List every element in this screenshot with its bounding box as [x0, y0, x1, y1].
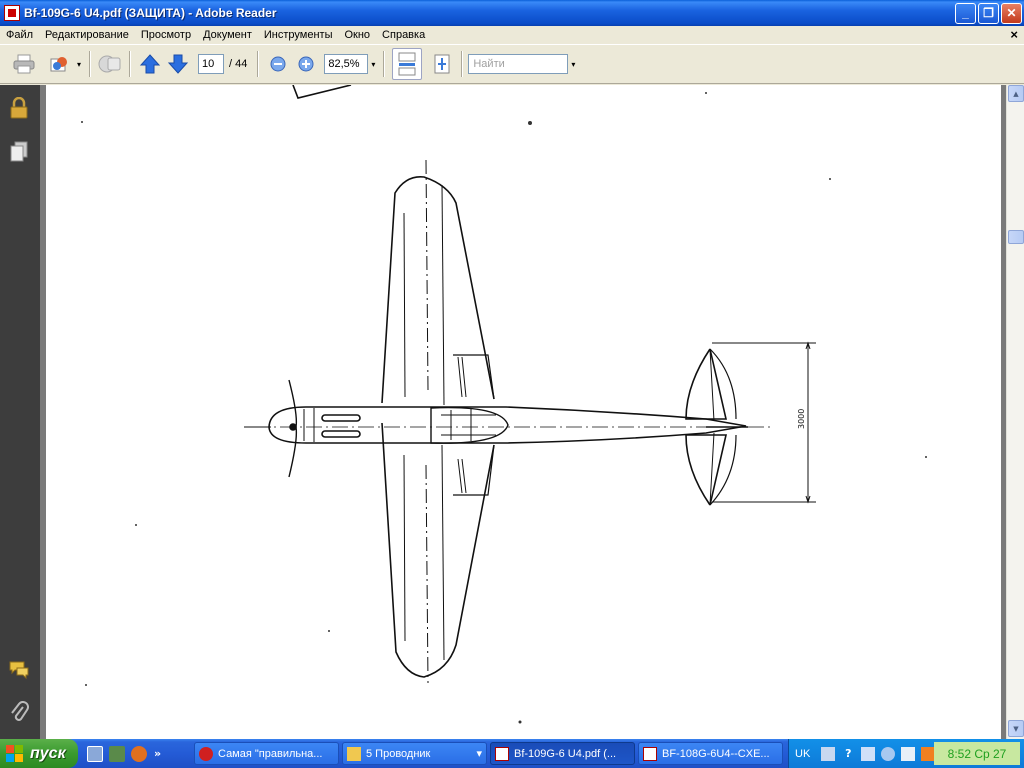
share-icon[interactable]: [48, 52, 72, 76]
vertical-scrollbar[interactable]: ▲ ▼: [1006, 85, 1024, 739]
quick-launch: »: [84, 745, 194, 762]
close-button[interactable]: ✕: [1001, 2, 1022, 24]
scroll-mode-icon[interactable]: [392, 48, 423, 80]
print-icon[interactable]: [12, 52, 36, 76]
task-label: Bf-109G-6 U4.pdf (...: [514, 747, 617, 760]
scroll-up-button[interactable]: ▲: [1008, 85, 1024, 102]
menu-edit[interactable]: Редактирование: [39, 29, 135, 41]
toolbar-separator: [257, 51, 260, 77]
zoom-dropdown[interactable]: ▾: [368, 60, 378, 69]
title-bar: Bf-109G-6 U4.pdf (ЗАЩИТА) - Adobe Reader…: [0, 0, 1024, 26]
zoom-in-icon[interactable]: [294, 52, 318, 76]
pdf-icon: [495, 746, 509, 761]
find-input[interactable]: Найти: [468, 54, 569, 74]
next-page-icon[interactable]: [166, 52, 190, 76]
previous-page-icon[interactable]: [138, 52, 162, 76]
menu-document[interactable]: Документ: [197, 29, 258, 41]
toolbar: ▾ 10 / 44 82,5% ▾ Найти ▾: [0, 44, 1024, 84]
media-icon[interactable]: [109, 745, 125, 762]
menu-tools[interactable]: Инструменты: [258, 29, 339, 41]
zoom-level-field[interactable]: 82,5%: [324, 54, 369, 74]
aircraft-top-view-drawing: 3000: [81, 85, 927, 724]
start-button[interactable]: пуск: [0, 739, 78, 768]
menu-view[interactable]: Просмотр: [135, 29, 197, 41]
collaborate-icon[interactable]: [98, 52, 122, 76]
toolbar-separator: [383, 51, 386, 77]
taskbar-item-explorer[interactable]: 5 Проводник ▾: [342, 742, 487, 765]
document-area[interactable]: 3000: [40, 85, 1006, 739]
quick-launch-more[interactable]: »: [154, 747, 161, 760]
start-label: пуск: [30, 744, 66, 762]
dimension-label: 3000: [797, 409, 806, 429]
navigation-panel: [0, 85, 40, 739]
pdf-app-icon: [4, 5, 20, 21]
help-icon[interactable]: ?: [841, 747, 855, 761]
group-arrow: ▾: [476, 748, 482, 760]
language-indicator[interactable]: UK: [795, 748, 810, 760]
keyboard-icon[interactable]: [821, 746, 836, 761]
toolbar-separator: [89, 51, 91, 77]
minimize-button[interactable]: _: [955, 2, 976, 24]
toolbar-separator: [129, 51, 131, 77]
restore-button[interactable]: ❐: [978, 2, 999, 24]
menu-help[interactable]: Справка: [376, 29, 431, 41]
task-label: 5 Проводник: [366, 747, 431, 760]
opera-icon: [199, 746, 213, 761]
page-total-label: / 44: [229, 58, 248, 70]
scroll-down-button[interactable]: ▼: [1008, 720, 1024, 737]
security-lock-icon[interactable]: [8, 97, 30, 119]
show-desktop-icon[interactable]: [87, 745, 103, 762]
toolbar-separator: [461, 51, 464, 77]
network-icon[interactable]: [901, 746, 916, 761]
pdf-icon: [643, 746, 657, 761]
taskbar-item-opera[interactable]: Самая "правильна...: [194, 742, 339, 765]
folder-icon: [347, 746, 361, 761]
window-title: Bf-109G-6 U4.pdf (ЗАЩИТА) - Adobe Reader: [24, 6, 277, 20]
pages-icon[interactable]: [8, 141, 30, 163]
taskbar: пуск » Самая "правильна... 5 Проводник ▾…: [0, 739, 1024, 768]
clock[interactable]: 8:52 Ср 27: [934, 742, 1020, 765]
taskbar-item-adobe-reader[interactable]: Bf-109G-6 U4.pdf (...: [490, 742, 635, 765]
pdf-page[interactable]: 3000: [46, 85, 1001, 739]
share-dropdown[interactable]: ▾: [74, 60, 84, 69]
system-tray: UK ? 8:52 Ср 27: [788, 739, 1024, 768]
document-close-button[interactable]: ×: [1010, 27, 1018, 42]
scroll-thumb[interactable]: [1008, 230, 1024, 244]
page-number-input[interactable]: 10: [198, 54, 224, 74]
menu-bar: Файл Редактирование Просмотр Документ Ин…: [0, 26, 1024, 44]
menu-window[interactable]: Окно: [338, 29, 376, 41]
back-icon[interactable]: [881, 746, 896, 761]
zoom-out-icon[interactable]: [266, 52, 290, 76]
taskbar-item-pdf-2[interactable]: BF-108G-6U4--CXE...: [638, 742, 783, 765]
menu-file[interactable]: Файл: [0, 29, 39, 41]
firefox-icon[interactable]: [131, 745, 147, 762]
fit-page-icon[interactable]: [430, 52, 454, 76]
tray-arrow-icon[interactable]: [861, 746, 876, 761]
attachments-icon[interactable]: [8, 701, 30, 723]
windows-flag-icon: [6, 744, 24, 763]
task-label: BF-108G-6U4--CXE...: [662, 747, 770, 760]
task-label: Самая "правильна...: [218, 747, 323, 760]
comments-icon[interactable]: [8, 659, 30, 681]
find-dropdown[interactable]: ▾: [568, 60, 578, 69]
